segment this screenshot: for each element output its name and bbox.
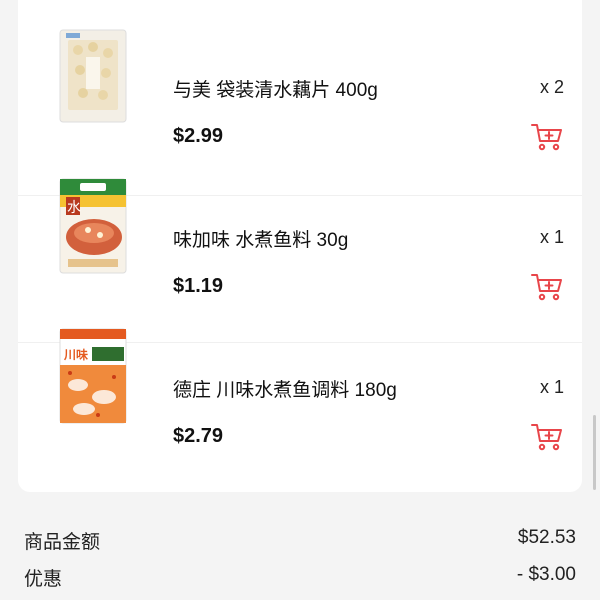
product-price: $2.79 bbox=[173, 425, 224, 447]
product-image-lotus-root[interactable] bbox=[58, 25, 128, 125]
cart-item: 与美 袋装清水藕片 400g $2.99 x 2 bbox=[18, 0, 582, 152]
add-to-cart-icon[interactable] bbox=[530, 422, 564, 452]
product-image-sichuan-fish-seasoning[interactable]: 川味 bbox=[58, 325, 128, 425]
product-name[interactable]: 德庄 川味水煮鱼调料 180g bbox=[173, 375, 397, 402]
product-price: $1.19 bbox=[173, 275, 224, 297]
add-to-cart-icon[interactable] bbox=[530, 122, 564, 152]
scrollbar[interactable] bbox=[593, 415, 596, 490]
product-name[interactable]: 味加味 水煮鱼料 30g bbox=[173, 225, 348, 252]
product-quantity: x 1 bbox=[539, 227, 564, 247]
cart-item: 水 味加味 水煮鱼料 30g $1.19 x 1 bbox=[18, 150, 582, 302]
product-quantity: x 1 bbox=[539, 377, 564, 397]
cart-item: 川味 德庄 川味水煮鱼调料 180g $2.79 x 1 bbox=[18, 300, 582, 452]
add-to-cart-icon[interactable] bbox=[530, 272, 564, 302]
discount-row: 优惠 - $3.00 bbox=[24, 564, 576, 591]
cart-items-card: 与美 袋装清水藕片 400g $2.99 x 2 水 味加味 水煮鱼料 30g … bbox=[18, 0, 582, 492]
discount-value: - $3.00 bbox=[516, 564, 576, 585]
product-price: $2.99 bbox=[173, 125, 224, 147]
svg-text:水: 水 bbox=[67, 200, 81, 216]
svg-text:川味: 川味 bbox=[63, 347, 88, 362]
subtotal-value: $52.53 bbox=[517, 527, 576, 548]
subtotal-label: 商品金额 bbox=[24, 532, 101, 553]
product-name[interactable]: 与美 袋装清水藕片 400g bbox=[173, 75, 378, 102]
product-image-fish-seasoning[interactable]: 水 bbox=[58, 175, 128, 275]
subtotal-row: 商品金额 $52.53 bbox=[24, 527, 576, 554]
discount-label: 优惠 bbox=[24, 569, 63, 590]
product-quantity: x 2 bbox=[539, 77, 564, 97]
